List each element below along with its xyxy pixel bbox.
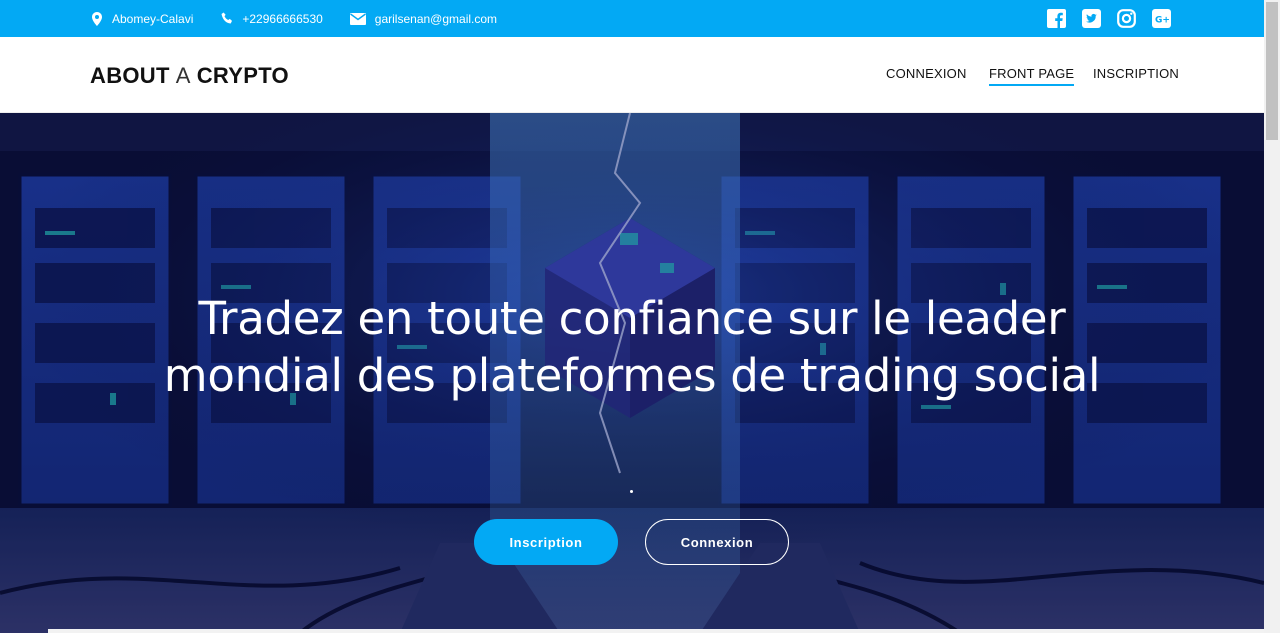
bottom-strip	[48, 629, 1264, 633]
envelope-icon	[350, 12, 367, 26]
phone-icon	[220, 12, 234, 26]
contact-location: Abomey-Calavi	[90, 11, 194, 26]
contact-email-text: garilsenan@gmail.com	[374, 11, 498, 26]
google-plus-icon[interactable]: G+	[1152, 9, 1171, 28]
twitter-icon[interactable]	[1082, 9, 1101, 28]
brand-word-3: CRYPTO	[196, 63, 289, 88]
social-links: G+	[1047, 9, 1187, 28]
brand-word-1: ABOUT	[90, 63, 170, 88]
contact-phone: +22966666530	[220, 11, 323, 26]
connexion-button[interactable]: Connexion	[645, 519, 789, 565]
main-header: ABOUT A CRYPTO CONNEXION FRONT PAGE INSCRI…	[0, 37, 1264, 113]
hero-section: Tradez en toute confiance sur le leader …	[0, 113, 1264, 633]
location-pin-icon	[90, 11, 104, 26]
contact-phone-text: +22966666530	[242, 11, 323, 26]
nav-connexion[interactable]: CONNEXION	[886, 66, 967, 81]
nav-inscription[interactable]: INSCRIPTION	[1093, 66, 1179, 81]
instagram-icon[interactable]	[1117, 9, 1136, 28]
site-logo[interactable]: ABOUT A CRYPTO	[90, 63, 289, 89]
brand-word-2: A	[175, 63, 191, 88]
contact-location-text: Abomey-Calavi	[112, 11, 194, 26]
hero-title: Tradez en toute confiance sur le leader …	[163, 292, 1101, 402]
contact-email: garilsenan@gmail.com	[350, 12, 497, 26]
hero-dot	[630, 490, 633, 493]
contact-info: Abomey-Calavi +22966666530 garilsenan@gm…	[90, 0, 524, 37]
svg-text:G+: G+	[1155, 16, 1170, 26]
scrollbar-thumb[interactable]	[1266, 2, 1278, 140]
page-scrollbar[interactable]	[1264, 0, 1280, 633]
top-contact-bar: Abomey-Calavi +22966666530 garilsenan@gm…	[0, 0, 1264, 37]
inscription-button[interactable]: Inscription	[474, 519, 618, 565]
facebook-icon[interactable]	[1047, 9, 1066, 28]
nav-front-page[interactable]: FRONT PAGE	[989, 66, 1075, 86]
